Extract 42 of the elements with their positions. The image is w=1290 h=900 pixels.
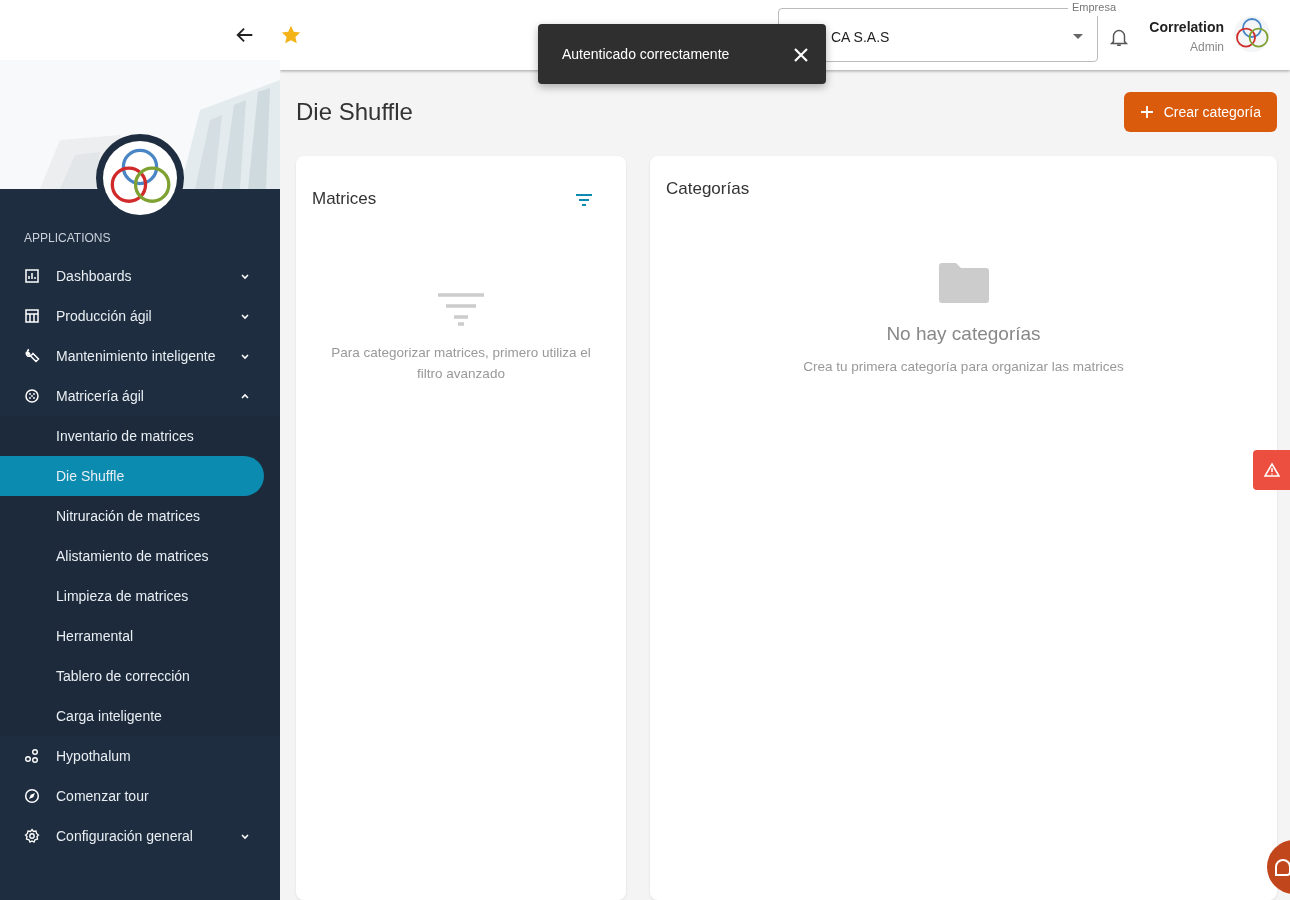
filter-icon [436, 291, 486, 326]
sidebar-subitem[interactable]: Inventario de matrices [0, 416, 264, 456]
create-category-button[interactable]: Crear categoría [1123, 92, 1277, 132]
toast-message: Autenticado correctamente [562, 44, 731, 64]
sidebar-subitem[interactable]: Carga inteligente [0, 696, 264, 736]
sidebar-item[interactable]: Configuración general [0, 816, 280, 856]
chat-icon [1272, 856, 1290, 879]
sidebar-subitem[interactable]: Alistamiento de matrices [0, 536, 264, 576]
compass-icon [24, 788, 40, 804]
dotted-circle-icon [24, 388, 40, 404]
sidebar-item[interactable]: Comenzar tour [0, 776, 280, 816]
sidebar-subitem[interactable]: Tablero de corrección [0, 656, 264, 696]
sidebar-item[interactable]: Dashboards [0, 256, 280, 296]
sidebar-item[interactable]: Hypothalum [0, 736, 280, 776]
warning-button[interactable] [1253, 450, 1290, 490]
sidebar-subitem[interactable]: Limpieza de matrices [0, 576, 264, 616]
star-icon [280, 24, 302, 46]
sidebar-item[interactable]: Producción ágil [0, 296, 280, 336]
page-title: Die Shuffle [296, 97, 413, 127]
sidebar-subitem[interactable]: Herramental [0, 616, 264, 656]
empty-title: No hay categorías [885, 321, 1042, 346]
empty-message: Crea tu primera categoría para organizar las matrices [802, 358, 1125, 376]
user-role: Admin [1189, 39, 1224, 56]
bar-chart-icon [24, 268, 40, 284]
nodes-icon [24, 748, 40, 764]
plus-icon [1139, 105, 1154, 119]
sidebar-item[interactable]: Mantenimiento inteligente [0, 336, 280, 376]
field-label: Empresa [1068, 0, 1121, 16]
warning-icon [1262, 462, 1281, 478]
section-label: APPLICATIONS [23, 230, 112, 247]
card-title: Categorías [666, 178, 751, 200]
close-icon [792, 45, 810, 64]
sidebar-item[interactable]: Matricería ágil [0, 376, 280, 416]
empty-message: Para categorizar matrices, primero utiliza el filtro avanzado [330, 343, 592, 383]
table-icon [24, 308, 40, 324]
card-title: Matrices [312, 188, 377, 210]
sidebar-subitem[interactable]: Nitruración de matrices [0, 496, 264, 536]
settings-icon [24, 828, 40, 844]
caret-icon [1073, 34, 1083, 39]
user-name: Correlation [1148, 18, 1224, 37]
user-avatar-icon[interactable] [1234, 16, 1270, 52]
wrench-icon [24, 348, 40, 364]
